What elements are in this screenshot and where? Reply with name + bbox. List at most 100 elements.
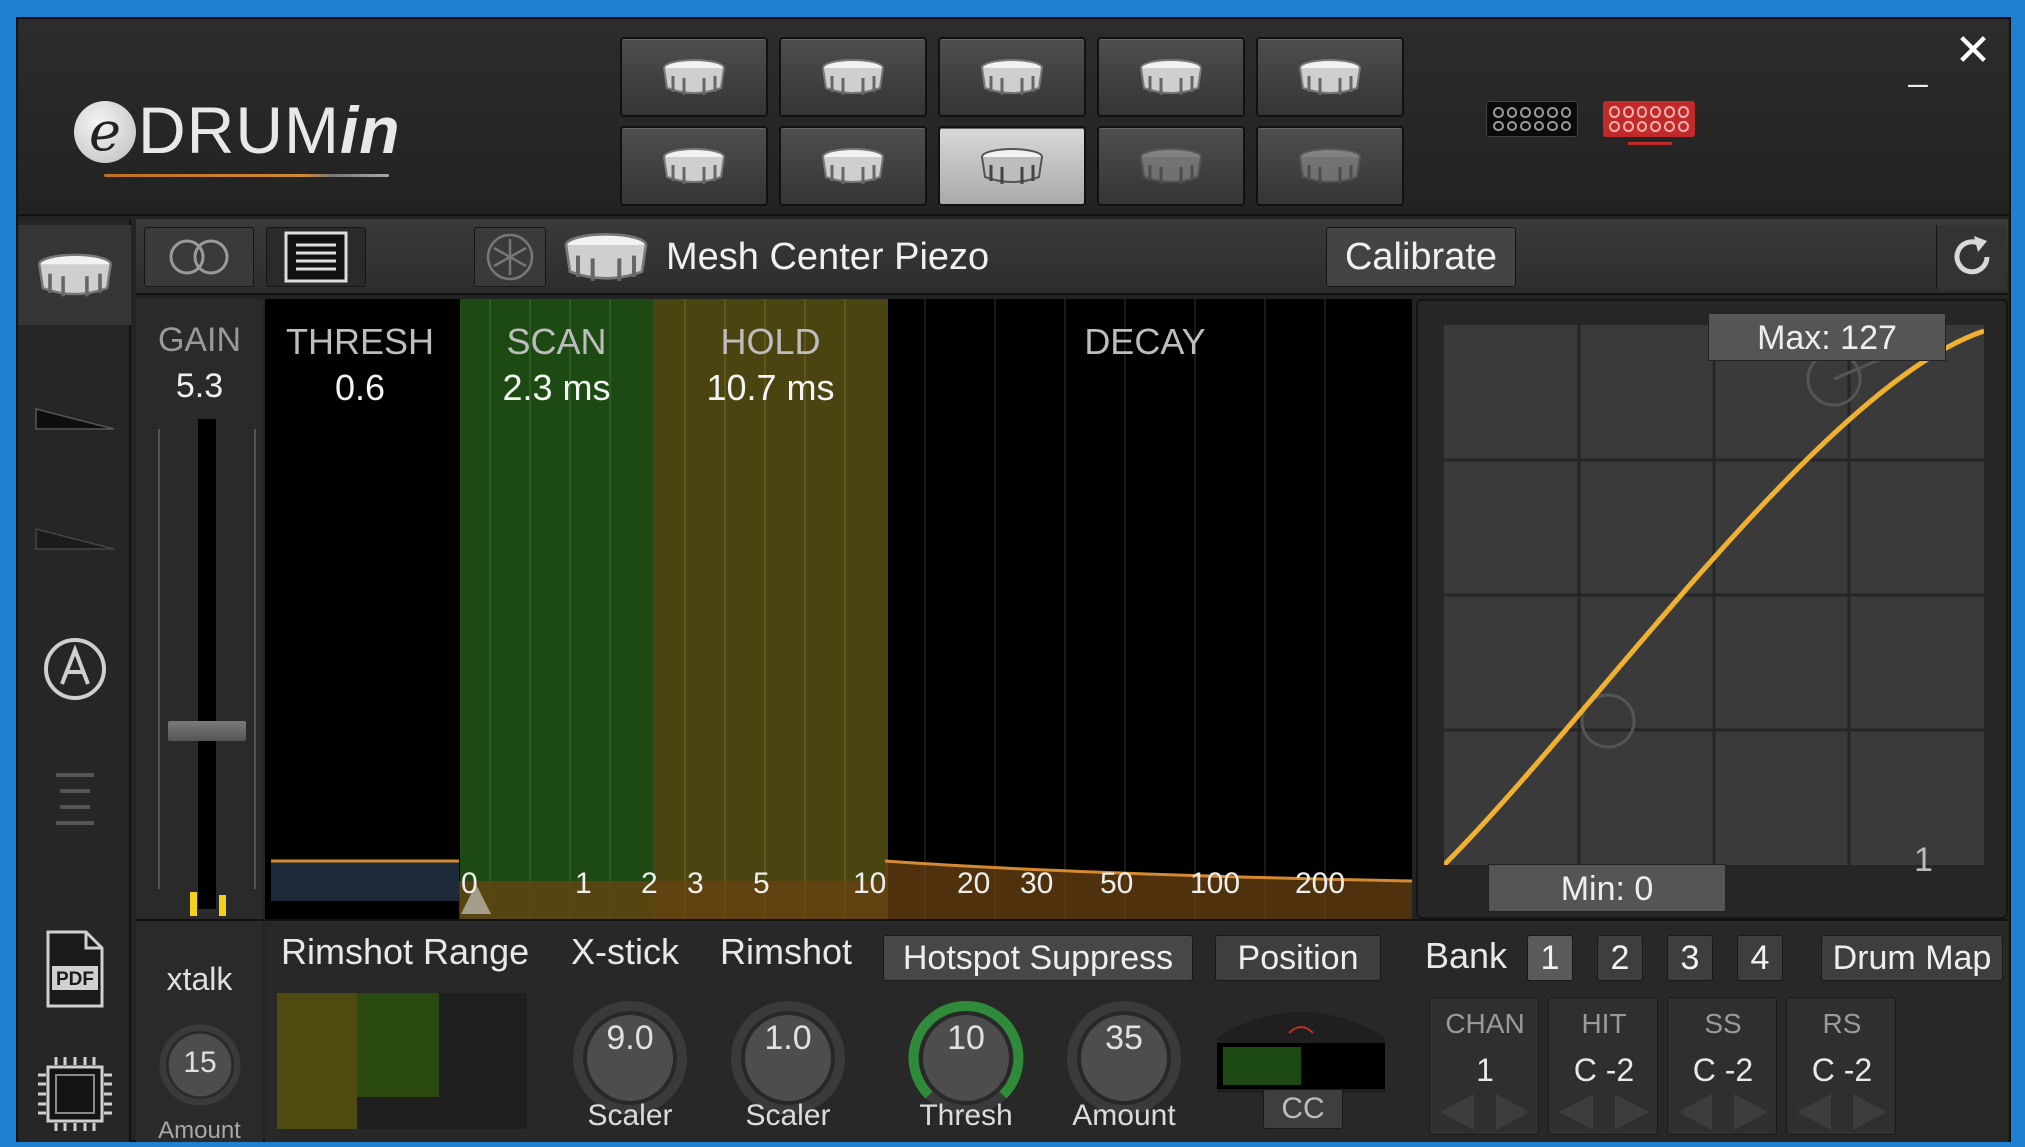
curve-max-field[interactable]: Max: 127: [1708, 313, 1946, 361]
velocity-curve-panel[interactable]: Max: 127 Min: 0 1: [1416, 299, 2008, 919]
axis-tick: 50: [1100, 867, 1134, 900]
bank-3-button[interactable]: 3: [1667, 935, 1713, 981]
pad-button-10[interactable]: [1256, 126, 1404, 206]
pad-button-1[interactable]: [620, 37, 768, 117]
xstick-scaler-label: Scaler: [587, 1099, 673, 1132]
arrow-right-icon[interactable]: [1853, 1094, 1887, 1130]
drum-icon: [822, 59, 884, 95]
rimshot-range-graph[interactable]: [277, 993, 527, 1129]
hotspot-thresh-value: 10: [947, 1019, 985, 1057]
drum-icon: [663, 59, 725, 95]
hold-value[interactable]: 10.7 ms: [653, 367, 888, 409]
scan-value[interactable]: 2.3 ms: [460, 367, 653, 409]
hold-label: HOLD: [720, 321, 821, 362]
drum-icon: [564, 233, 648, 281]
logo-wordmark: DRUMin: [138, 97, 401, 163]
thresh-value[interactable]: 0.6: [275, 367, 445, 409]
arrow-left-icon[interactable]: [1797, 1094, 1831, 1130]
drum-icon: [37, 253, 112, 297]
pad-button-2[interactable]: [779, 37, 927, 117]
hotspot-amount-value: 35: [1105, 1019, 1143, 1057]
drum-icon: [1140, 59, 1202, 95]
thresh-label: THRESH: [285, 321, 434, 362]
drum-icon: [1299, 59, 1361, 95]
position-toggle[interactable]: Position: [1215, 935, 1381, 981]
pad-type-name[interactable]: Mesh Center Piezo: [666, 227, 989, 287]
arrow-right-icon[interactable]: [1496, 1094, 1530, 1130]
midi-port-icon-active[interactable]: [1603, 101, 1695, 137]
hotspot-thresh-label: Thresh: [919, 1099, 1013, 1132]
bank-1-button[interactable]: 1: [1527, 935, 1573, 981]
curve-id-label: 1: [1914, 841, 1933, 879]
signal-graph[interactable]: THRESH 0.6 SCAN 2.3 ms HOLD 10.7 ms DECA…: [265, 299, 1412, 919]
position-meter[interactable]: [1213, 997, 1389, 1097]
velocity-curve-graph[interactable]: [1444, 325, 1984, 865]
pad-selector-grid: [620, 37, 1404, 206]
axis-tick: 3: [687, 867, 704, 900]
auto-tab[interactable]: [18, 619, 131, 719]
axis-tick: 100: [1190, 867, 1241, 900]
pad-button-4[interactable]: [1097, 37, 1245, 117]
curve-min-field[interactable]: Min: 0: [1488, 864, 1726, 912]
bank-2-button[interactable]: 2: [1597, 935, 1643, 981]
hotspot-suppress-toggle[interactable]: Hotspot Suppress: [883, 935, 1193, 981]
rimshot-range-zone-a[interactable]: [277, 993, 357, 1129]
arrow-left-icon[interactable]: [1559, 1094, 1593, 1130]
pad-button-8-selected[interactable]: [938, 126, 1086, 206]
pad-button-6[interactable]: [620, 126, 768, 206]
gain-slider-track[interactable]: [198, 419, 216, 909]
chip-icon: [37, 1057, 112, 1131]
midi-ss-note-box[interactable]: SS C -2: [1667, 997, 1777, 1135]
gain-slider-handle[interactable]: [168, 721, 246, 742]
arrow-right-icon[interactable]: [1734, 1094, 1768, 1130]
xstick-label: X-stick: [571, 931, 679, 972]
svg-text:PDF: PDF: [56, 969, 94, 990]
midi-port-icon-inactive[interactable]: [1486, 101, 1578, 137]
hihat-pedal-tab[interactable]: [18, 379, 131, 459]
rimshot-range-zone-b[interactable]: [357, 993, 439, 1097]
decay-label: DECAY: [1084, 321, 1206, 362]
midi-rs-note-box[interactable]: RS C -2: [1786, 997, 1896, 1135]
arrow-right-icon[interactable]: [1615, 1094, 1649, 1130]
midi-ss-header: SS: [1704, 1008, 1742, 1039]
cc-toggle[interactable]: CC: [1263, 1089, 1343, 1129]
gain-label: GAIN: [157, 321, 242, 359]
menu-tab[interactable]: [18, 749, 131, 849]
close-button[interactable]: ✕: [1951, 29, 1995, 73]
pad-button-7[interactable]: [779, 126, 927, 206]
bank-label: Bank: [1425, 935, 1508, 976]
dual-zone-button[interactable]: [144, 227, 254, 287]
bottom-panel: Rimshot Range X-stick 9.0 Scaler Rimshot…: [265, 919, 2008, 1142]
list-view-button[interactable]: [266, 227, 366, 287]
pdf-manual-button[interactable]: PDF: [18, 919, 131, 1019]
logo-suffix-text: in: [339, 93, 401, 167]
arrow-left-icon[interactable]: [1440, 1094, 1474, 1130]
gain-value: 5.3: [175, 367, 224, 405]
arrow-left-icon[interactable]: [1678, 1094, 1712, 1130]
axis-tick: 20: [957, 867, 991, 900]
bank-4-button[interactable]: 4: [1737, 935, 1783, 981]
midi-channel-box[interactable]: CHAN 1: [1429, 997, 1539, 1135]
circle-a-icon: [43, 638, 106, 700]
pad-settings-tab[interactable]: [18, 225, 131, 325]
axis-tick: 1: [575, 867, 592, 900]
xtalk-label: xtalk: [166, 961, 233, 997]
pad-button-9[interactable]: [1097, 126, 1245, 206]
yamaha-profile-button[interactable]: [474, 227, 546, 287]
input-level-meter-left: [190, 892, 197, 916]
xtalk-section: xtalk 15 Amount: [136, 919, 263, 1144]
pad-button-5[interactable]: [1256, 37, 1404, 117]
tuning-fork-emblem-icon: [486, 233, 534, 281]
logo-main-text: DRUM: [138, 93, 340, 167]
pedal-tab[interactable]: [18, 499, 131, 579]
midi-hit-note-box[interactable]: HIT C -2: [1548, 997, 1658, 1135]
drum-icon: [663, 148, 725, 184]
hardware-tab[interactable]: [18, 1049, 131, 1139]
lines-icon: [55, 773, 94, 825]
calibrate-button[interactable]: Calibrate: [1326, 227, 1516, 287]
pad-button-3[interactable]: [938, 37, 1086, 117]
hotspot-amount-label: Amount: [1072, 1099, 1176, 1132]
minimize-button[interactable]: _: [1898, 49, 1938, 89]
drum-map-button[interactable]: Drum Map: [1821, 935, 2003, 981]
reset-button[interactable]: [1936, 225, 2006, 289]
